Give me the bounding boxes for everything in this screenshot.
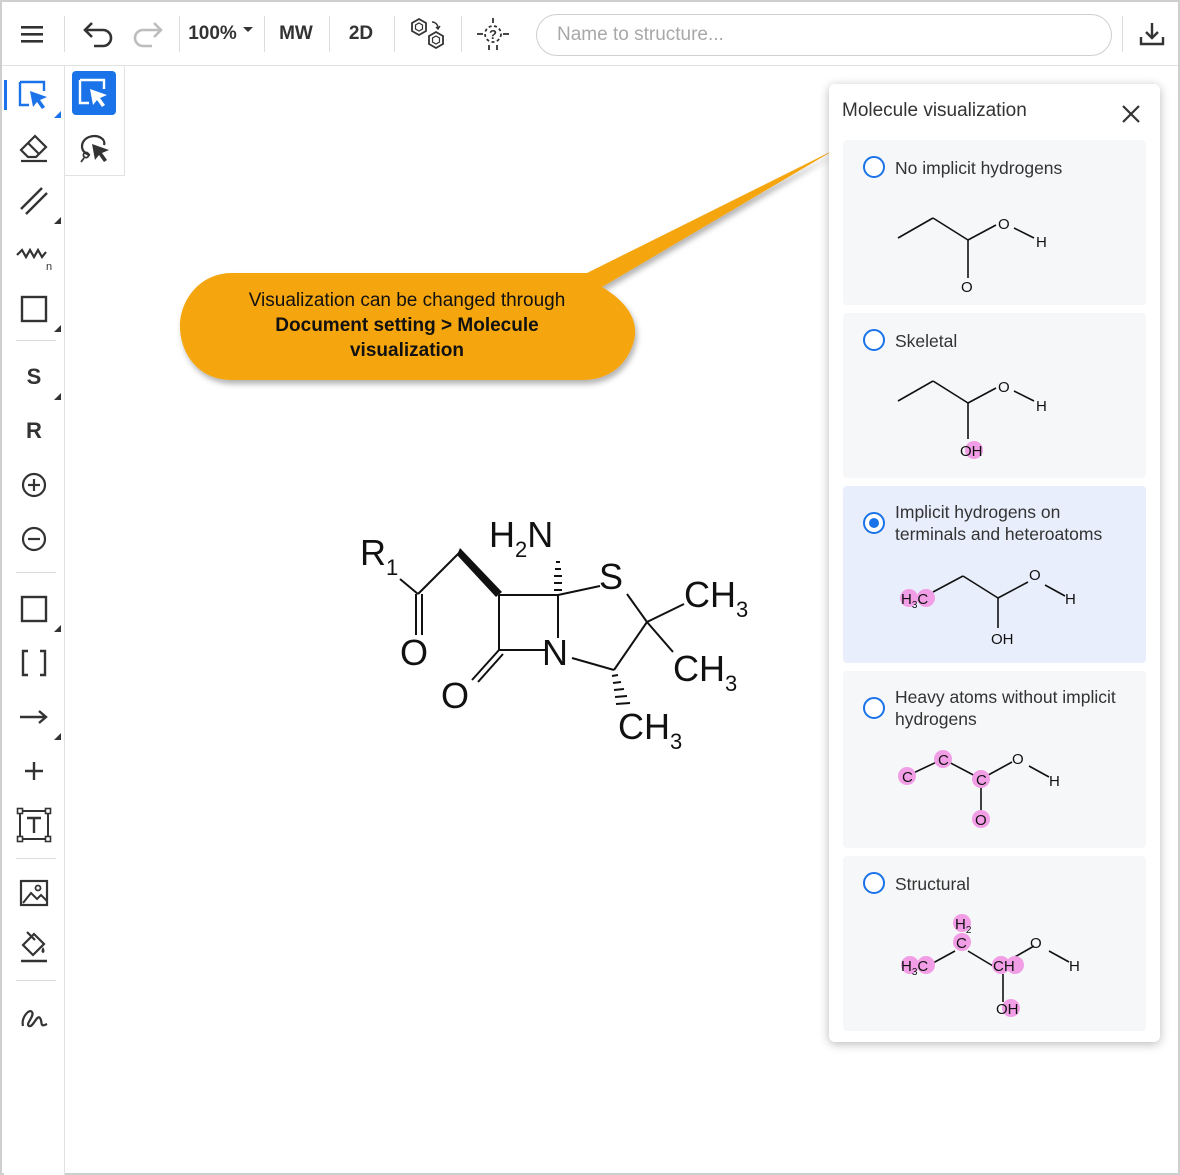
svg-text:OH: OH	[996, 1001, 1019, 1018]
svg-text:H: H	[1069, 958, 1080, 975]
svg-text:H: H	[1065, 591, 1076, 608]
preview-implicit-terminals: H3C O H OH	[900, 567, 1076, 648]
atom-label-n: N	[542, 632, 568, 673]
option-skeletal[interactable]: Skeletal O H OH	[843, 313, 1146, 478]
svg-text:OH: OH	[960, 443, 983, 460]
svg-text:O: O	[975, 812, 987, 829]
atom-label-h2n: H2N	[489, 514, 554, 562]
svg-text:H: H	[1036, 398, 1047, 415]
callout-text: Visualization can be changed through Doc…	[182, 288, 632, 363]
svg-text:O: O	[998, 216, 1010, 233]
svg-text:O: O	[961, 279, 973, 296]
svg-text:H: H	[1049, 773, 1060, 790]
svg-text:C: C	[976, 772, 987, 789]
atom-label-o2: O	[441, 675, 470, 716]
close-icon[interactable]	[1115, 98, 1147, 130]
atom-label-ch3-a: CH3	[684, 574, 749, 622]
atom-label-ch3-c: CH3	[618, 706, 683, 754]
option-structural[interactable]: Structural H3C H2 C CH O H OH	[843, 856, 1146, 1031]
svg-text:H: H	[1036, 234, 1047, 251]
svg-text:O: O	[1030, 935, 1042, 952]
atom-label-r1: R1	[360, 532, 399, 580]
option-no-implicit-hydrogens[interactable]: No implicit hydrogens O H O	[843, 140, 1146, 305]
option-heavy-atoms-without-hydrogens[interactable]: Heavy atoms without implicit hydrogens C…	[843, 671, 1146, 848]
option-implicit-hydrogens-terminals[interactable]: Implicit hydrogens on terminals and hete…	[843, 486, 1146, 663]
callout-line-2: Document setting > Molecule	[275, 315, 539, 336]
preview-structural: H3C H2 C CH O H OH	[901, 914, 1080, 1018]
preview-skeletal: O H OH	[897, 379, 1047, 460]
callout-line-3: visualization	[349, 340, 465, 361]
svg-text:OH: OH	[991, 631, 1014, 648]
molecule-visualization-panel: Molecule visualization No implicit hydro…	[829, 84, 1160, 1042]
svg-text:O: O	[1012, 751, 1024, 768]
panel-title: Molecule visualization	[842, 100, 1027, 121]
svg-text:C: C	[938, 752, 949, 769]
svg-text:C: C	[956, 935, 967, 952]
callout-line-1: Visualization can be changed through	[248, 290, 566, 311]
svg-text:C: C	[902, 769, 913, 786]
atom-label-ch3-b: CH3	[673, 648, 738, 696]
svg-text:O: O	[998, 379, 1010, 396]
app-window: 100% MW 2D ? Name to structure... n S R …	[0, 0, 1180, 1175]
svg-text:CH: CH	[993, 958, 1015, 975]
atom-label-s: S	[599, 556, 624, 597]
preview-no-implicit: O H O	[897, 216, 1047, 296]
preview-heavy-atoms: C C C O O H	[898, 750, 1060, 829]
svg-text:O: O	[1029, 567, 1041, 584]
hashed-bond-methyl	[611, 674, 631, 705]
atom-label-o1: O	[400, 632, 429, 673]
hashed-bond	[554, 561, 562, 591]
